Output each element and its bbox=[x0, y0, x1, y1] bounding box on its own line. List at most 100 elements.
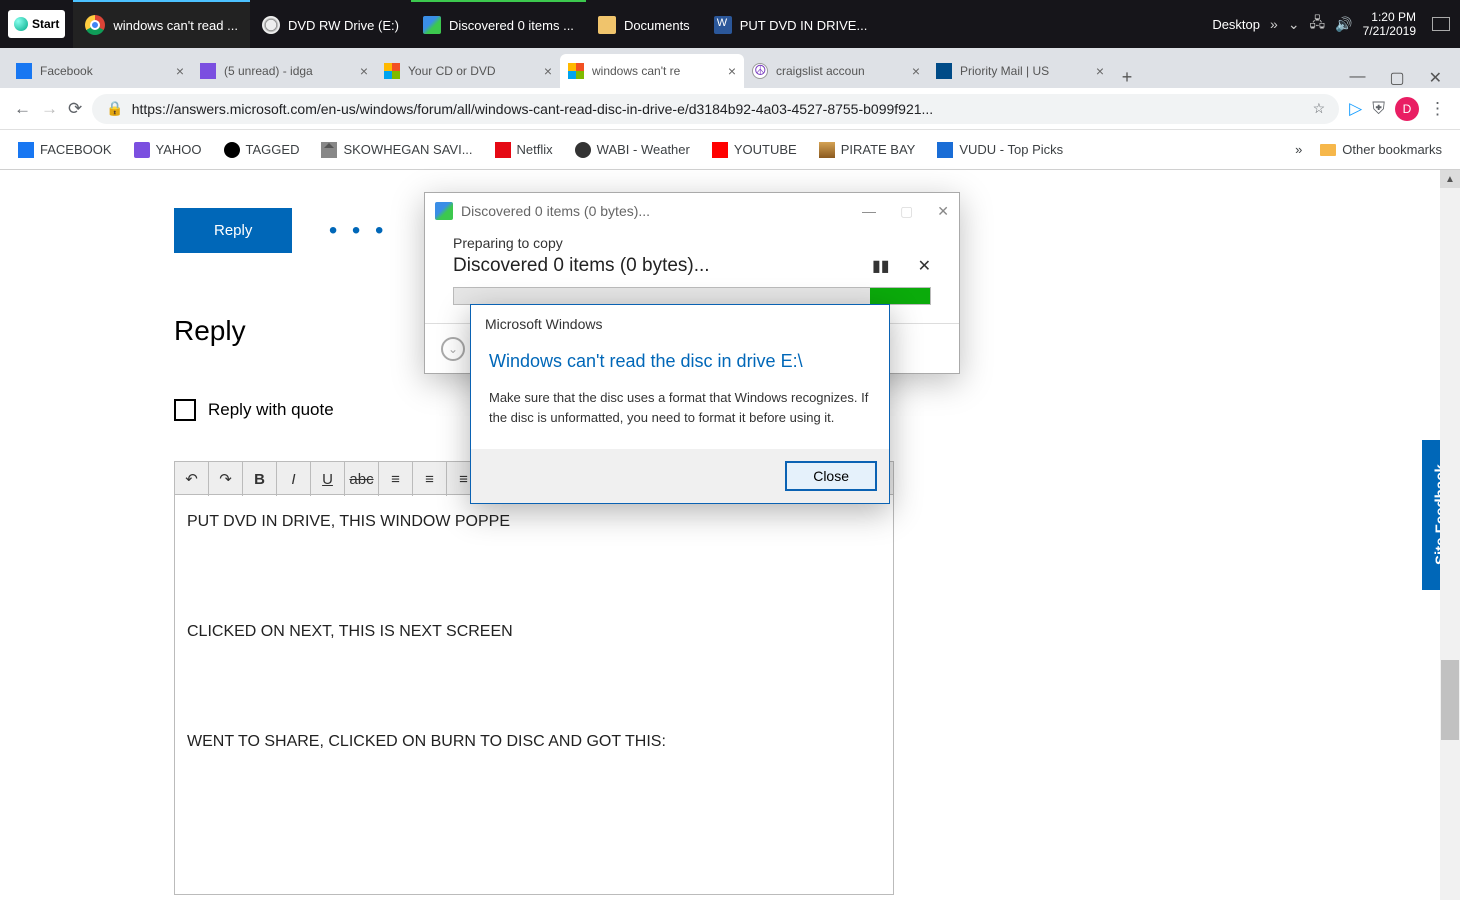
cancel-button[interactable]: ✕ bbox=[918, 256, 931, 276]
tab-facebook[interactable]: Facebook× bbox=[8, 54, 192, 88]
italic-button[interactable]: I bbox=[277, 462, 311, 496]
close-icon[interactable]: × bbox=[544, 63, 552, 79]
bookmark-label: Netflix bbox=[517, 142, 553, 157]
usps-icon bbox=[936, 63, 952, 79]
scroll-thumb[interactable] bbox=[1441, 660, 1459, 740]
close-icon[interactable]: × bbox=[1096, 63, 1104, 79]
more-details-button[interactable]: ⌄ bbox=[441, 337, 465, 361]
tab-craigslist[interactable]: craigslist accoun × bbox=[744, 54, 928, 88]
tab-label: Your CD or DVD bbox=[408, 64, 496, 78]
taskbar-item-word[interactable]: PUT DVD IN DRIVE... bbox=[702, 0, 880, 48]
bold-button[interactable]: B bbox=[243, 462, 277, 496]
bookmark-label: WABI - Weather bbox=[597, 142, 690, 157]
editor-line: PUT DVD IN DRIVE, THIS WINDOW POPPE bbox=[187, 513, 881, 531]
editor-line: WENT TO SHARE, CLICKED ON BURN TO DISC A… bbox=[187, 733, 881, 751]
more-actions-button[interactable]: • • • bbox=[329, 217, 388, 244]
vudu-icon bbox=[937, 142, 953, 158]
taskbar-item-copy[interactable]: Discovered 0 items ... bbox=[411, 0, 586, 48]
taskbar-label: PUT DVD IN DRIVE... bbox=[740, 18, 868, 33]
scroll-up-button[interactable]: ▲ bbox=[1440, 170, 1460, 188]
folder-icon bbox=[1320, 144, 1336, 156]
bookmark-overflow-icon[interactable]: » bbox=[1295, 142, 1302, 157]
shield-icon[interactable]: ⛨ bbox=[1372, 99, 1385, 119]
lock-icon: 🔒 bbox=[106, 100, 123, 117]
new-tab-button[interactable]: + bbox=[1112, 67, 1142, 88]
taskbar-item-chrome[interactable]: windows can't read ... bbox=[73, 0, 250, 48]
close-button[interactable]: Close bbox=[785, 461, 877, 491]
url-input[interactable]: 🔒 https://answers.microsoft.com/en-us/wi… bbox=[92, 94, 1339, 124]
bookmark-youtube[interactable]: YOUTUBE bbox=[712, 142, 797, 158]
editor-textarea[interactable]: PUT DVD IN DRIVE, THIS WINDOW POPPE CLIC… bbox=[174, 495, 894, 895]
close-icon[interactable]: × bbox=[728, 63, 736, 79]
error-dialog: Microsoft Windows Windows can't read the… bbox=[470, 304, 890, 504]
close-icon[interactable]: × bbox=[360, 63, 368, 79]
disc-icon bbox=[262, 16, 280, 34]
copy-icon bbox=[435, 202, 453, 220]
network-icon[interactable]: 🖧 bbox=[1310, 12, 1326, 36]
close-icon[interactable]: × bbox=[912, 63, 920, 79]
dialog-titlebar[interactable]: Microsoft Windows bbox=[471, 305, 889, 343]
notifications-icon[interactable] bbox=[1432, 17, 1450, 31]
redo-button[interactable]: ↷ bbox=[209, 462, 243, 496]
chrome-icon bbox=[85, 15, 105, 35]
reload-button[interactable]: ⟳ bbox=[68, 99, 82, 119]
tab-label: Priority Mail | US bbox=[960, 64, 1049, 78]
close-icon[interactable]: × bbox=[176, 63, 184, 79]
tab-usps[interactable]: Priority Mail | US × bbox=[928, 54, 1112, 88]
bookmark-netflix[interactable]: Netflix bbox=[495, 142, 553, 158]
taskbar-label: DVD RW Drive (E:) bbox=[288, 18, 399, 33]
pause-button[interactable]: ▮▮ bbox=[872, 256, 890, 276]
vertical-scrollbar[interactable]: ▲ bbox=[1440, 170, 1460, 900]
chrome-tab-strip: Facebook× (5 unread) - idga× Your CD or … bbox=[0, 48, 1460, 88]
volume-icon[interactable]: 🔊 bbox=[1335, 16, 1352, 33]
strikethrough-button[interactable]: abc bbox=[345, 462, 379, 496]
clock[interactable]: 1:20 PM7/21/2019 bbox=[1363, 10, 1416, 39]
start-button[interactable]: Start bbox=[8, 10, 65, 38]
desktop-toolbar[interactable]: Desktop bbox=[1212, 17, 1260, 32]
bookmark-wabi[interactable]: WABI - Weather bbox=[575, 142, 690, 158]
bookmark-vudu[interactable]: VUDU - Top Picks bbox=[937, 142, 1063, 158]
bookmark-piratebay[interactable]: PIRATE BAY bbox=[819, 142, 916, 158]
bookmark-tagged[interactable]: TAGGED bbox=[224, 142, 300, 158]
tab-mail[interactable]: (5 unread) - idga× bbox=[192, 54, 376, 88]
align-left-button[interactable]: ≡ bbox=[379, 462, 413, 496]
start-label: Start bbox=[32, 17, 59, 31]
back-button[interactable]: ← bbox=[14, 99, 31, 119]
bookmark-star-icon[interactable]: ☆ bbox=[1313, 100, 1326, 117]
underline-button[interactable]: U bbox=[311, 462, 345, 496]
error-headline: Windows can't read the disc in drive E:\ bbox=[489, 351, 871, 372]
close-icon[interactable]: ✕ bbox=[1429, 68, 1442, 88]
tab-windows-cant-read[interactable]: windows can't re× bbox=[560, 54, 744, 88]
minimize-icon[interactable]: — bbox=[1349, 68, 1365, 88]
taskbar-item-dvd[interactable]: DVD RW Drive (E:) bbox=[250, 0, 411, 48]
url-text: https://answers.microsoft.com/en-us/wind… bbox=[132, 101, 934, 117]
youtube-icon bbox=[712, 142, 728, 158]
tab-cddvd[interactable]: Your CD or DVD × bbox=[376, 54, 560, 88]
tab-label: craigslist accoun bbox=[776, 64, 865, 78]
extension-icon[interactable]: ▷ bbox=[1349, 99, 1362, 119]
taskbar-item-documents[interactable]: Documents bbox=[586, 0, 702, 48]
peace-icon bbox=[752, 63, 768, 79]
maximize-icon[interactable]: ▢ bbox=[1389, 68, 1404, 88]
globe-icon bbox=[575, 142, 591, 158]
dialog-title: Microsoft Windows bbox=[485, 316, 602, 332]
bookmark-facebook[interactable]: FACEBOOK bbox=[18, 142, 112, 158]
close-icon[interactable]: ✕ bbox=[937, 203, 949, 220]
profile-avatar[interactable]: D bbox=[1395, 97, 1419, 121]
bookmark-yahoo[interactable]: YAHOO bbox=[134, 142, 202, 158]
bookmark-skowhegan[interactable]: SKOWHEGAN SAVI... bbox=[321, 142, 472, 158]
minimize-icon[interactable]: — bbox=[862, 203, 876, 220]
chevron-icon[interactable]: » bbox=[1270, 16, 1278, 32]
maximize-icon: ▢ bbox=[900, 203, 913, 220]
other-bookmarks[interactable]: Other bookmarks bbox=[1320, 142, 1442, 157]
checkbox-icon[interactable] bbox=[174, 399, 196, 421]
undo-button[interactable]: ↶ bbox=[175, 462, 209, 496]
chevron-down-icon[interactable]: ⌄ bbox=[1288, 16, 1300, 33]
align-center-button[interactable]: ≡ bbox=[413, 462, 447, 496]
bookmark-label: SKOWHEGAN SAVI... bbox=[343, 142, 472, 157]
reply-button[interactable]: Reply bbox=[174, 208, 292, 253]
editor-line: CLICKED ON NEXT, THIS IS NEXT SCREEN bbox=[187, 623, 881, 641]
dialog-titlebar[interactable]: Discovered 0 items (0 bytes)... — ▢ ✕ bbox=[425, 193, 959, 229]
bookmark-label: YOUTUBE bbox=[734, 142, 797, 157]
menu-icon[interactable]: ⋮ bbox=[1429, 99, 1446, 119]
